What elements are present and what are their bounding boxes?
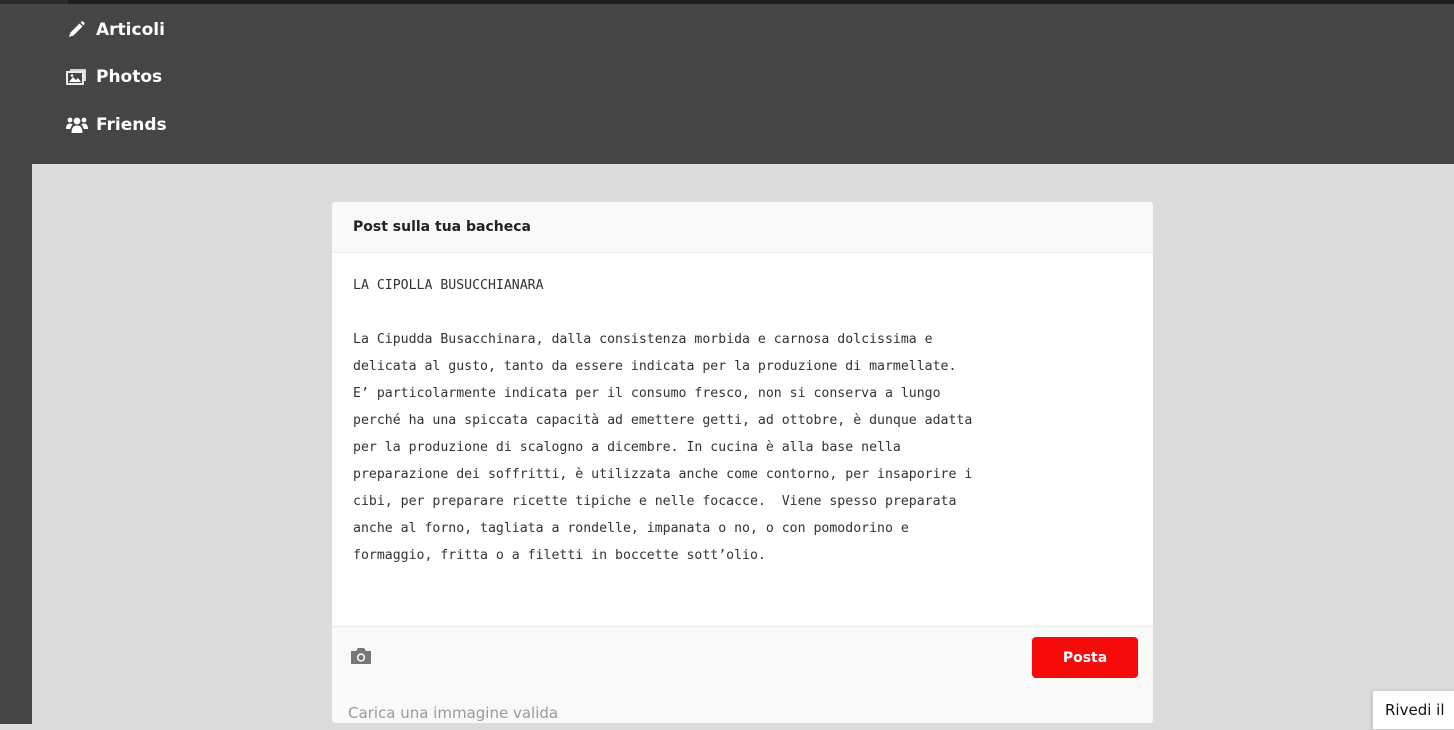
menu-item-label: Friends	[96, 115, 167, 135]
pencil-icon	[66, 20, 88, 40]
image-upload-hint: Carica una immagine valida	[348, 704, 559, 722]
side-menu: Articoli Photos Friends	[32, 4, 1454, 164]
review-tooltip: Rivedi il	[1372, 690, 1454, 730]
menu-item-label: Articoli	[96, 20, 165, 40]
post-submit-button[interactable]: Posta	[1032, 637, 1138, 678]
menu-item-friends[interactable]: Friends	[66, 115, 167, 135]
friends-icon	[66, 115, 88, 135]
menu-item-label: Photos	[96, 67, 163, 87]
camera-icon[interactable]	[348, 645, 374, 667]
menu-item-articoli[interactable]: Articoli	[66, 20, 165, 40]
post-textarea[interactable]: LA CIPOLLA BUSUCCHIANARA La Cipudda Busa…	[332, 253, 1153, 626]
left-edge-bar	[0, 0, 68, 724]
photo-icon	[66, 67, 88, 87]
post-composer-card: Post sulla tua bacheca LA CIPOLLA BUSUCC…	[332, 202, 1153, 723]
post-composer-title: Post sulla tua bacheca	[332, 202, 1153, 253]
post-composer-footer: Posta Carica una immagine valida	[332, 626, 1153, 723]
menu-item-photos[interactable]: Photos	[66, 67, 162, 87]
